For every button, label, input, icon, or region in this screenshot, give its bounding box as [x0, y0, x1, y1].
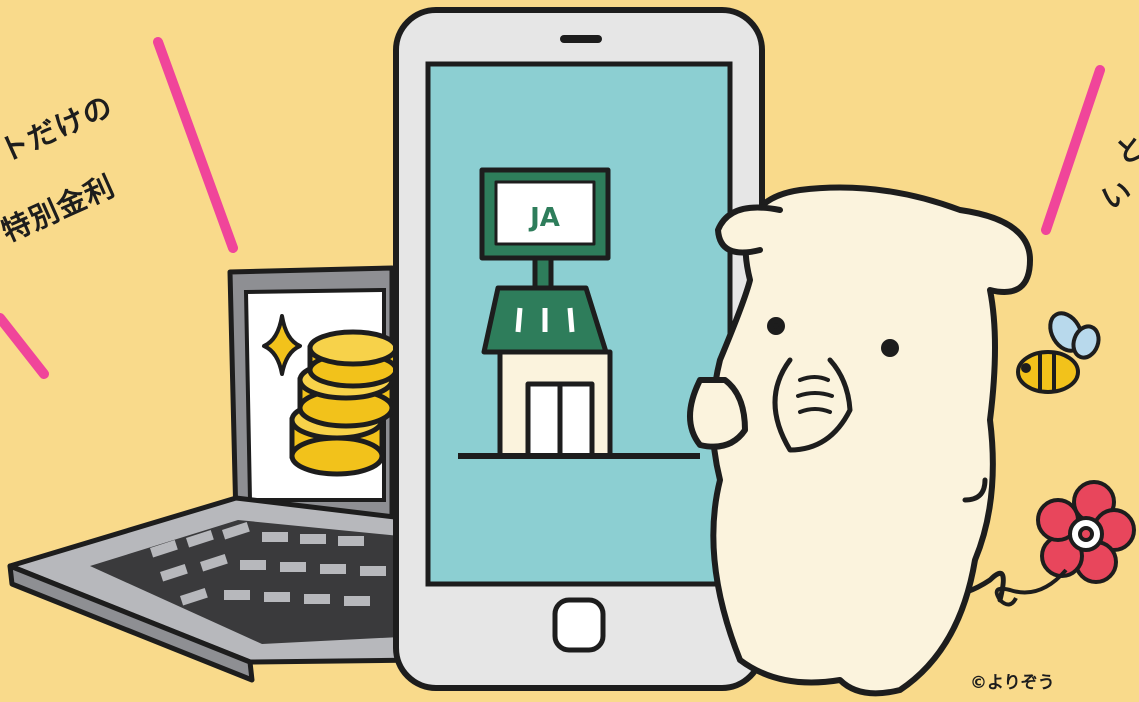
illustration-scene: JA トだけの 特別金利 と い ©よりぞう: [0, 0, 1139, 702]
accent-line-right: [1041, 65, 1105, 235]
copyright-notice: ©よりぞう: [970, 673, 1055, 693]
coin-stack-icon: [289, 329, 399, 477]
ja-logo: JA: [528, 203, 560, 233]
accent-line-left-bottom: [0, 313, 49, 379]
bee-icon: [1016, 311, 1101, 394]
scene-artwork: JA: [0, 7, 1136, 697]
flower-icon: [994, 480, 1136, 607]
accent-line-left-top: [153, 37, 238, 253]
